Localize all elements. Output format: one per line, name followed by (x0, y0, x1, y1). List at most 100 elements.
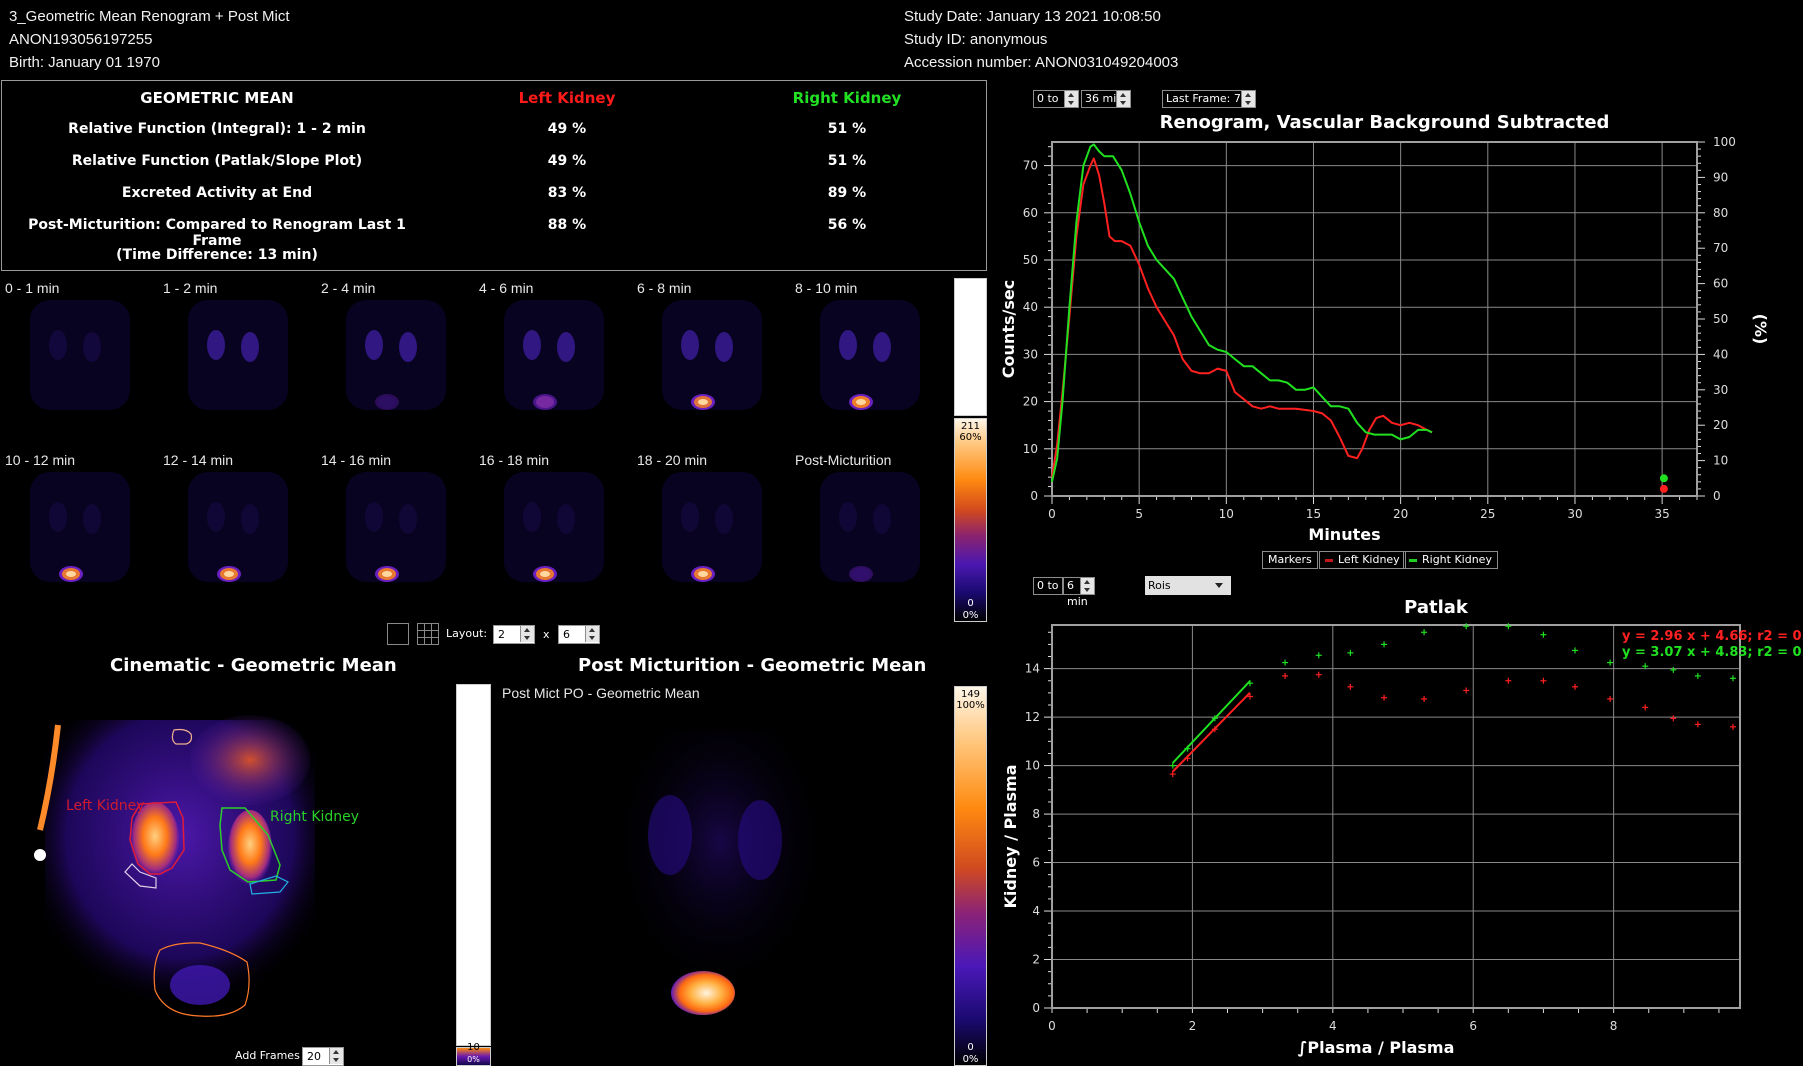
colorbar-min-pct: 0% (467, 1055, 480, 1064)
left-kidney-swatch-icon (1325, 558, 1333, 562)
x-axis-label: Minutes (1308, 525, 1380, 544)
y-tick-label: 40 (1023, 300, 1038, 314)
data-point-right-kidney (1169, 762, 1176, 769)
post-mict-title: Post Micturition - Geometric Mean (578, 655, 927, 676)
frame-thumbnail[interactable] (632, 300, 782, 440)
x-tick-label: 10 (1219, 507, 1234, 521)
y2-tick-label: 70 (1713, 241, 1728, 255)
body-uptake (504, 300, 604, 410)
left-value: 88 % (547, 217, 587, 233)
frame-thumbnail[interactable] (790, 472, 940, 612)
patient-id: ANON193056197255 (9, 31, 153, 48)
y-tick-label: 0 (1030, 489, 1038, 503)
data-point-right-kidney (1347, 649, 1354, 656)
frame-thumbnail[interactable] (0, 472, 150, 612)
frame-label: 4 - 6 min (479, 280, 534, 296)
spinner-arrows-icon[interactable] (585, 626, 599, 642)
left-kidney-uptake (207, 330, 225, 360)
data-point-left-kidney (1505, 677, 1512, 684)
row-label: Relative Function (Integral): 1 - 2 min (68, 121, 366, 137)
bladder-uptake (378, 396, 396, 408)
x-tick-label: 20 (1393, 507, 1408, 521)
y-tick-label: 60 (1023, 206, 1038, 220)
y2-tick-label: 50 (1713, 312, 1728, 326)
x-tick-label: 0 (1048, 1019, 1056, 1033)
body-uptake (346, 300, 446, 410)
data-point-right-kidney (1729, 675, 1736, 682)
legend-right-kidney[interactable]: Right Kidney (1403, 551, 1498, 569)
right-kidney-heading: Right Kidney (792, 89, 902, 107)
x-tick-label: 8 (1610, 1019, 1618, 1033)
y2-axis-label: (%) (1751, 314, 1770, 345)
layout-rows-spinner[interactable]: 2 (493, 625, 535, 644)
x-tick-label: 15 (1306, 507, 1321, 521)
frame-thumbnail[interactable] (316, 472, 466, 612)
bladder-hotspot (698, 399, 708, 405)
spinner-arrows-icon[interactable] (329, 1048, 343, 1064)
grid-layout-button[interactable] (417, 623, 439, 645)
right-kidney-uptake (399, 504, 417, 534)
frame-label: 0 - 1 min (5, 280, 60, 296)
body-uptake (30, 472, 130, 582)
left-value: 49 % (547, 153, 587, 169)
frame-thumbnail[interactable] (790, 300, 940, 440)
frame-thumbnail[interactable] (316, 300, 466, 440)
data-point-right-kidney (1540, 631, 1547, 638)
frame-label: Post-Micturition (795, 452, 892, 468)
colorbar-max: 211 (960, 421, 981, 432)
add-frames-spinner[interactable]: 20 (302, 1047, 344, 1066)
table-header-row: GEOMETRIC MEAN Left Kidney Right Kidney (2, 89, 986, 113)
fit-line-left-kidney (1172, 691, 1251, 773)
data-point-right-kidney (1607, 659, 1614, 666)
add-frames-label: Add Frames (235, 1049, 300, 1062)
y-tick-label: 14 (1025, 662, 1040, 676)
spinner-arrows-icon[interactable] (520, 626, 534, 642)
post-mict-colorbar[interactable]: 149 100% 0 0% (954, 686, 987, 1066)
post-mict-image[interactable] (520, 710, 940, 1040)
cinematic-image[interactable]: Left Kidney Right Kidney (0, 700, 450, 1040)
row-label: Relative Function (Patlak/Slope Plot) (71, 153, 363, 169)
right-kidney-uptake (228, 810, 272, 886)
frame-label: 8 - 10 min (795, 280, 858, 296)
single-layout-button[interactable] (387, 623, 409, 645)
frame-label: 6 - 8 min (637, 280, 692, 296)
left-kidney-uptake (839, 502, 857, 532)
frame-thumbnail[interactable] (632, 472, 782, 612)
data-point-right-kidney (1572, 647, 1579, 654)
y-tick-label: 10 (1025, 759, 1040, 773)
frame-thumbnail[interactable] (474, 300, 624, 440)
frame-thumbnail[interactable] (158, 300, 308, 440)
frames-colorbar[interactable]: 211 60% 0 0% (954, 418, 987, 622)
table-row: Relative Function (Patlak/Slope Plot) 49… (2, 153, 986, 177)
renogram-chart[interactable]: Renogram, Vascular Background Subtracted… (990, 105, 1803, 575)
legend-markers[interactable]: Markers (1262, 551, 1318, 569)
bladder-uptake (852, 568, 870, 580)
y-tick-label: 10 (1023, 442, 1038, 456)
frame-thumbnail[interactable] (158, 472, 308, 612)
patlak-chart[interactable]: Patlak 0 2 4 6 8 0 2 4 6 8 10 12 14 ∫Plasma / Plasma Ki… (990, 590, 1803, 1066)
y2-tick-label: 80 (1713, 206, 1728, 220)
data-point-left-kidney (1315, 671, 1322, 678)
bladder-uptake (536, 396, 554, 408)
frame-thumbnail[interactable] (0, 300, 150, 440)
legend-left-kidney[interactable]: Left Kidney (1319, 551, 1406, 569)
fit-line-right-kidney (1172, 680, 1251, 764)
data-point-right-kidney (1282, 659, 1289, 666)
study-date: Study Date: January 13 2021 10:08:50 (904, 8, 1161, 25)
data-point-left-kidney (1347, 683, 1354, 690)
data-point-left-kidney (1381, 694, 1388, 701)
y2-tick-label: 10 (1713, 454, 1728, 468)
colorbar-min: 0 (967, 1042, 974, 1053)
cinematic-colorbar[interactable]: 10 0% (456, 1042, 491, 1066)
right-value: 51 % (827, 153, 867, 169)
study-title: 3_Geometric Mean Renogram + Post Mict (9, 8, 290, 25)
y2-tick-label: 30 (1713, 383, 1728, 397)
layout-cols-spinner[interactable]: 6 (558, 625, 600, 644)
fit-equation: y = 3.07 x + 4.83; r2 = 0.9981 (1622, 645, 1803, 660)
bladder-hotspot (856, 399, 866, 405)
frame-thumbnail[interactable] (474, 472, 624, 612)
data-point-left-kidney (1642, 704, 1649, 711)
body-uptake (30, 300, 130, 410)
left-kidney-heading: Left Kidney (518, 89, 616, 107)
range-from-value: 0 to (1037, 92, 1059, 105)
